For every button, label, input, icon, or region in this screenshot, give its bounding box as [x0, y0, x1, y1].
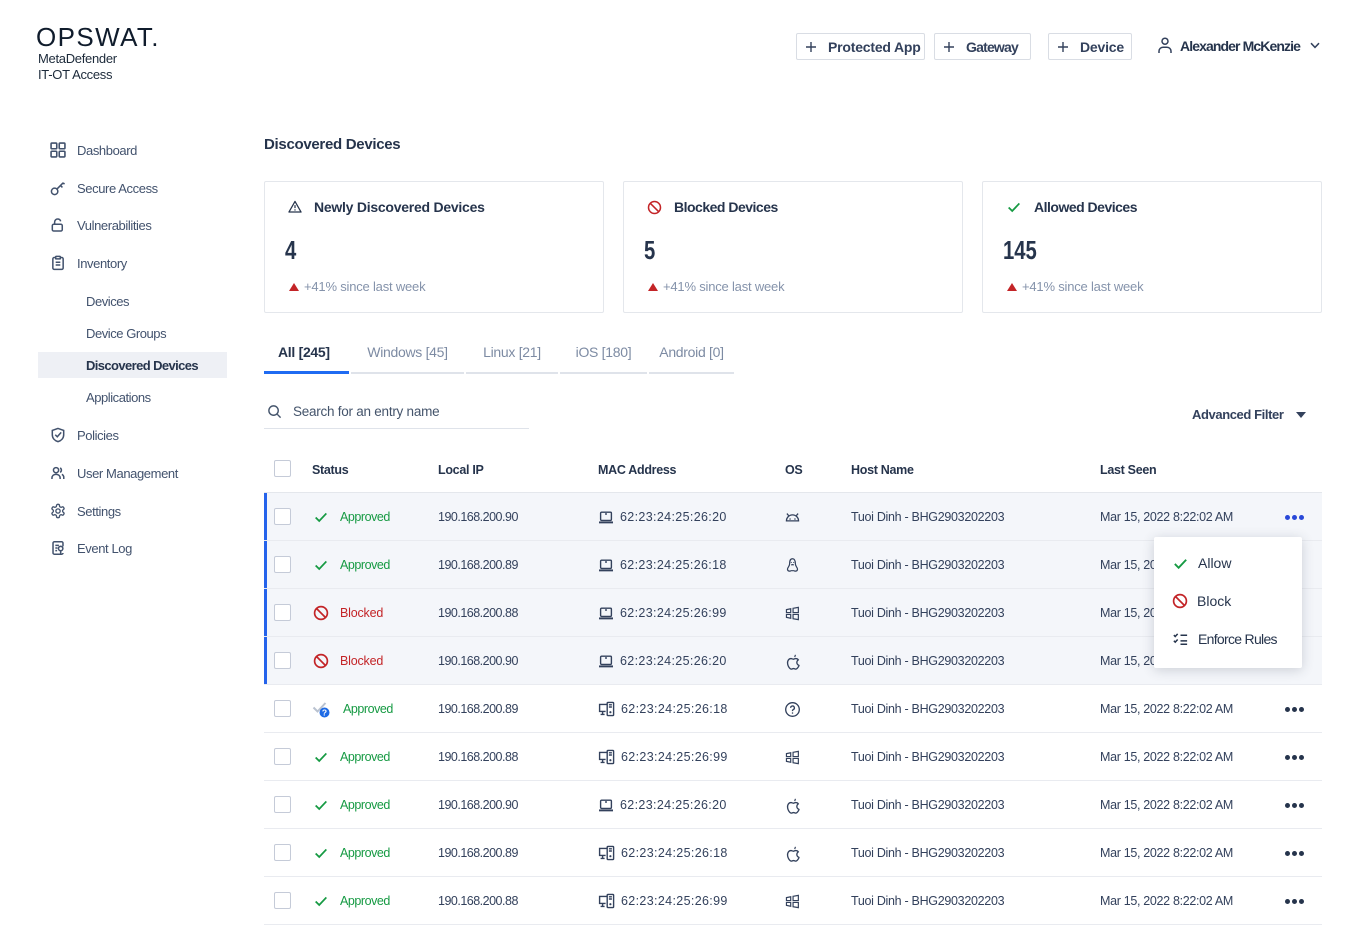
svg-text:?: ?: [322, 707, 327, 717]
